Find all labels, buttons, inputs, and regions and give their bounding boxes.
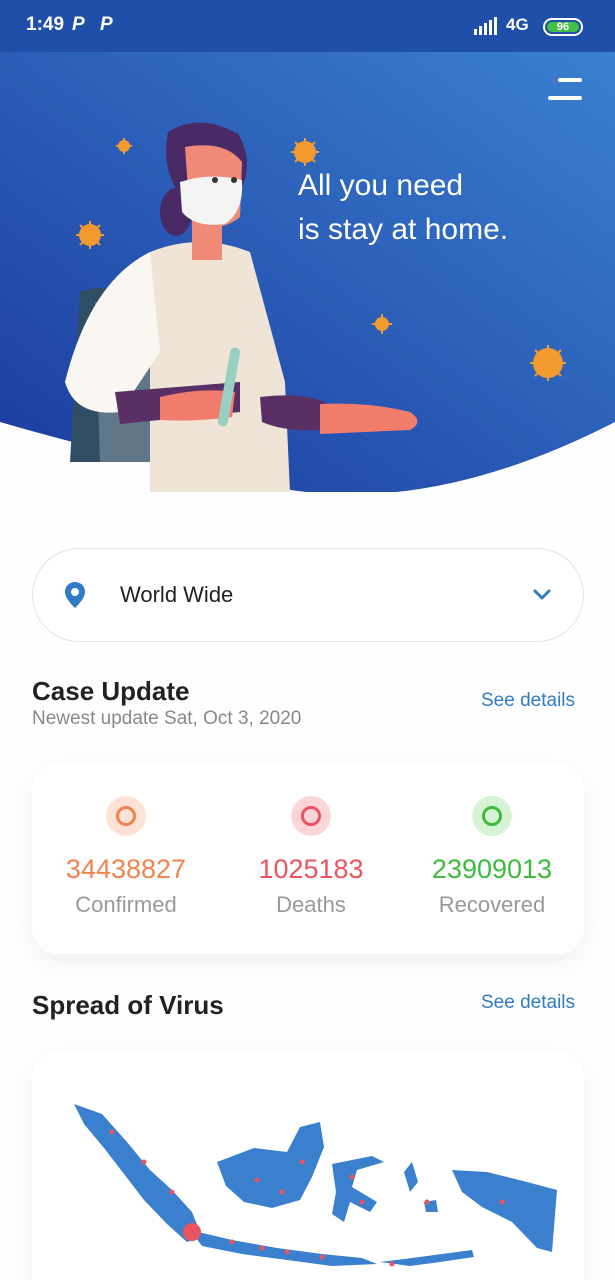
location-dropdown[interactable] bbox=[32, 548, 584, 642]
confirmed-label: Confirmed bbox=[75, 892, 177, 917]
notification-app-icon: P bbox=[72, 14, 85, 35]
chevron-down-icon[interactable] bbox=[532, 588, 552, 602]
hero-title-line: All you need bbox=[298, 169, 464, 202]
signal-icon bbox=[474, 17, 497, 35]
menu-icon-line bbox=[558, 78, 582, 82]
confirmed-indicator-icon bbox=[106, 796, 146, 836]
stat-confirmed: 34438827 Confirmed bbox=[34, 764, 218, 954]
network-type: 4G bbox=[506, 15, 529, 34]
case-update-subtitle: Newest update Sat, Oct 3, 2020 bbox=[32, 708, 302, 729]
recovered-count: 23909013 bbox=[431, 854, 553, 884]
menu-icon-line bbox=[548, 96, 582, 100]
hero-title-line: is stay at home. bbox=[298, 213, 509, 246]
battery-level: 96 bbox=[547, 22, 579, 33]
status-time: 1:49 bbox=[26, 14, 65, 35]
deaths-count: 1025183 bbox=[258, 854, 364, 884]
spread-title: Spread of Virus bbox=[32, 990, 224, 1020]
hero-banner: All you need is stay at home. bbox=[0, 52, 615, 492]
battery-icon: 96 bbox=[543, 18, 583, 36]
deaths-label: Deaths bbox=[276, 892, 346, 917]
case-stats-card: 34438827 Confirmed 1025183 Deaths 239090… bbox=[32, 764, 584, 954]
location-selected-value: World Wide bbox=[120, 582, 234, 607]
spread-see-details-link[interactable]: See details bbox=[481, 992, 575, 1014]
case-update-see-details-link[interactable]: See details bbox=[481, 690, 575, 712]
stat-recovered: 23909013 Recovered bbox=[400, 764, 584, 954]
deaths-indicator-icon bbox=[291, 796, 331, 836]
hero-illustration bbox=[0, 52, 615, 492]
recovered-label: Recovered bbox=[438, 892, 546, 917]
notification-app-icon: P bbox=[100, 14, 113, 35]
location-pin-icon bbox=[65, 582, 85, 608]
menu-button[interactable] bbox=[546, 76, 586, 104]
hero-title: All you need is stay at home. bbox=[298, 164, 578, 252]
stat-deaths: 1025183 Deaths bbox=[219, 764, 403, 954]
confirmed-count: 34438827 bbox=[65, 854, 187, 884]
spread-map-card[interactable] bbox=[32, 1052, 584, 1280]
recovered-indicator-icon bbox=[472, 796, 512, 836]
case-update-title: Case Update bbox=[32, 676, 190, 706]
status-bar: 1:49 P P 4G 96 bbox=[0, 0, 615, 52]
indonesia-map bbox=[74, 1104, 557, 1267]
